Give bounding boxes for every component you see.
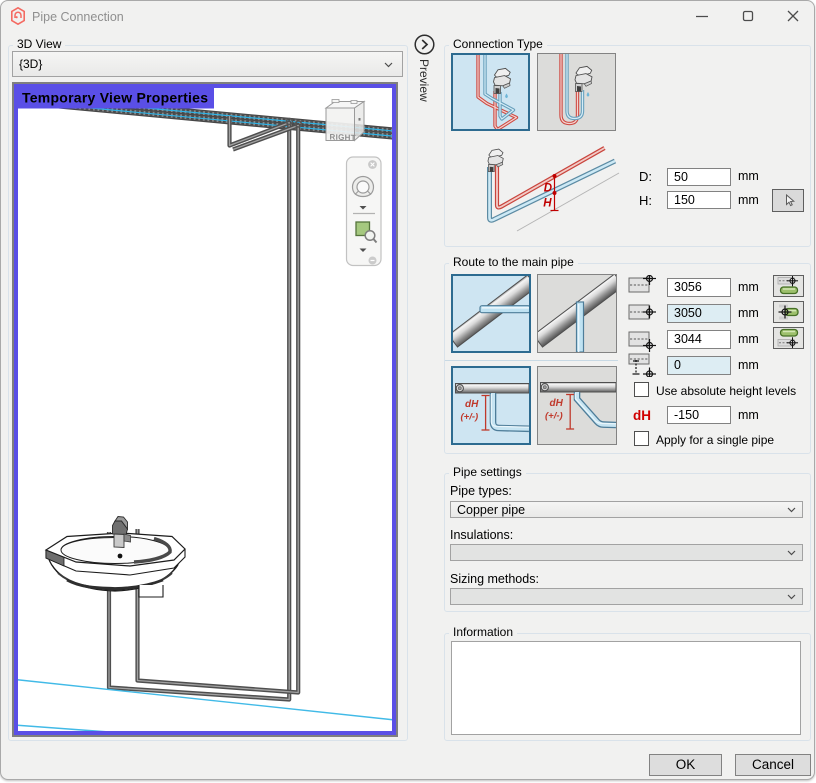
svg-text:H: H [543,198,552,210]
svg-text:dH: dH [465,399,479,410]
svg-text:RIGHT: RIGHT [330,133,356,143]
svg-text:dH: dH [550,398,564,409]
svg-text:(+/-): (+/-) [545,411,563,422]
svg-text:D: D [544,183,552,195]
svg-text:Temporary View Properties: Temporary View Properties [22,90,208,106]
svg-text:(+/-): (+/-) [461,412,479,423]
